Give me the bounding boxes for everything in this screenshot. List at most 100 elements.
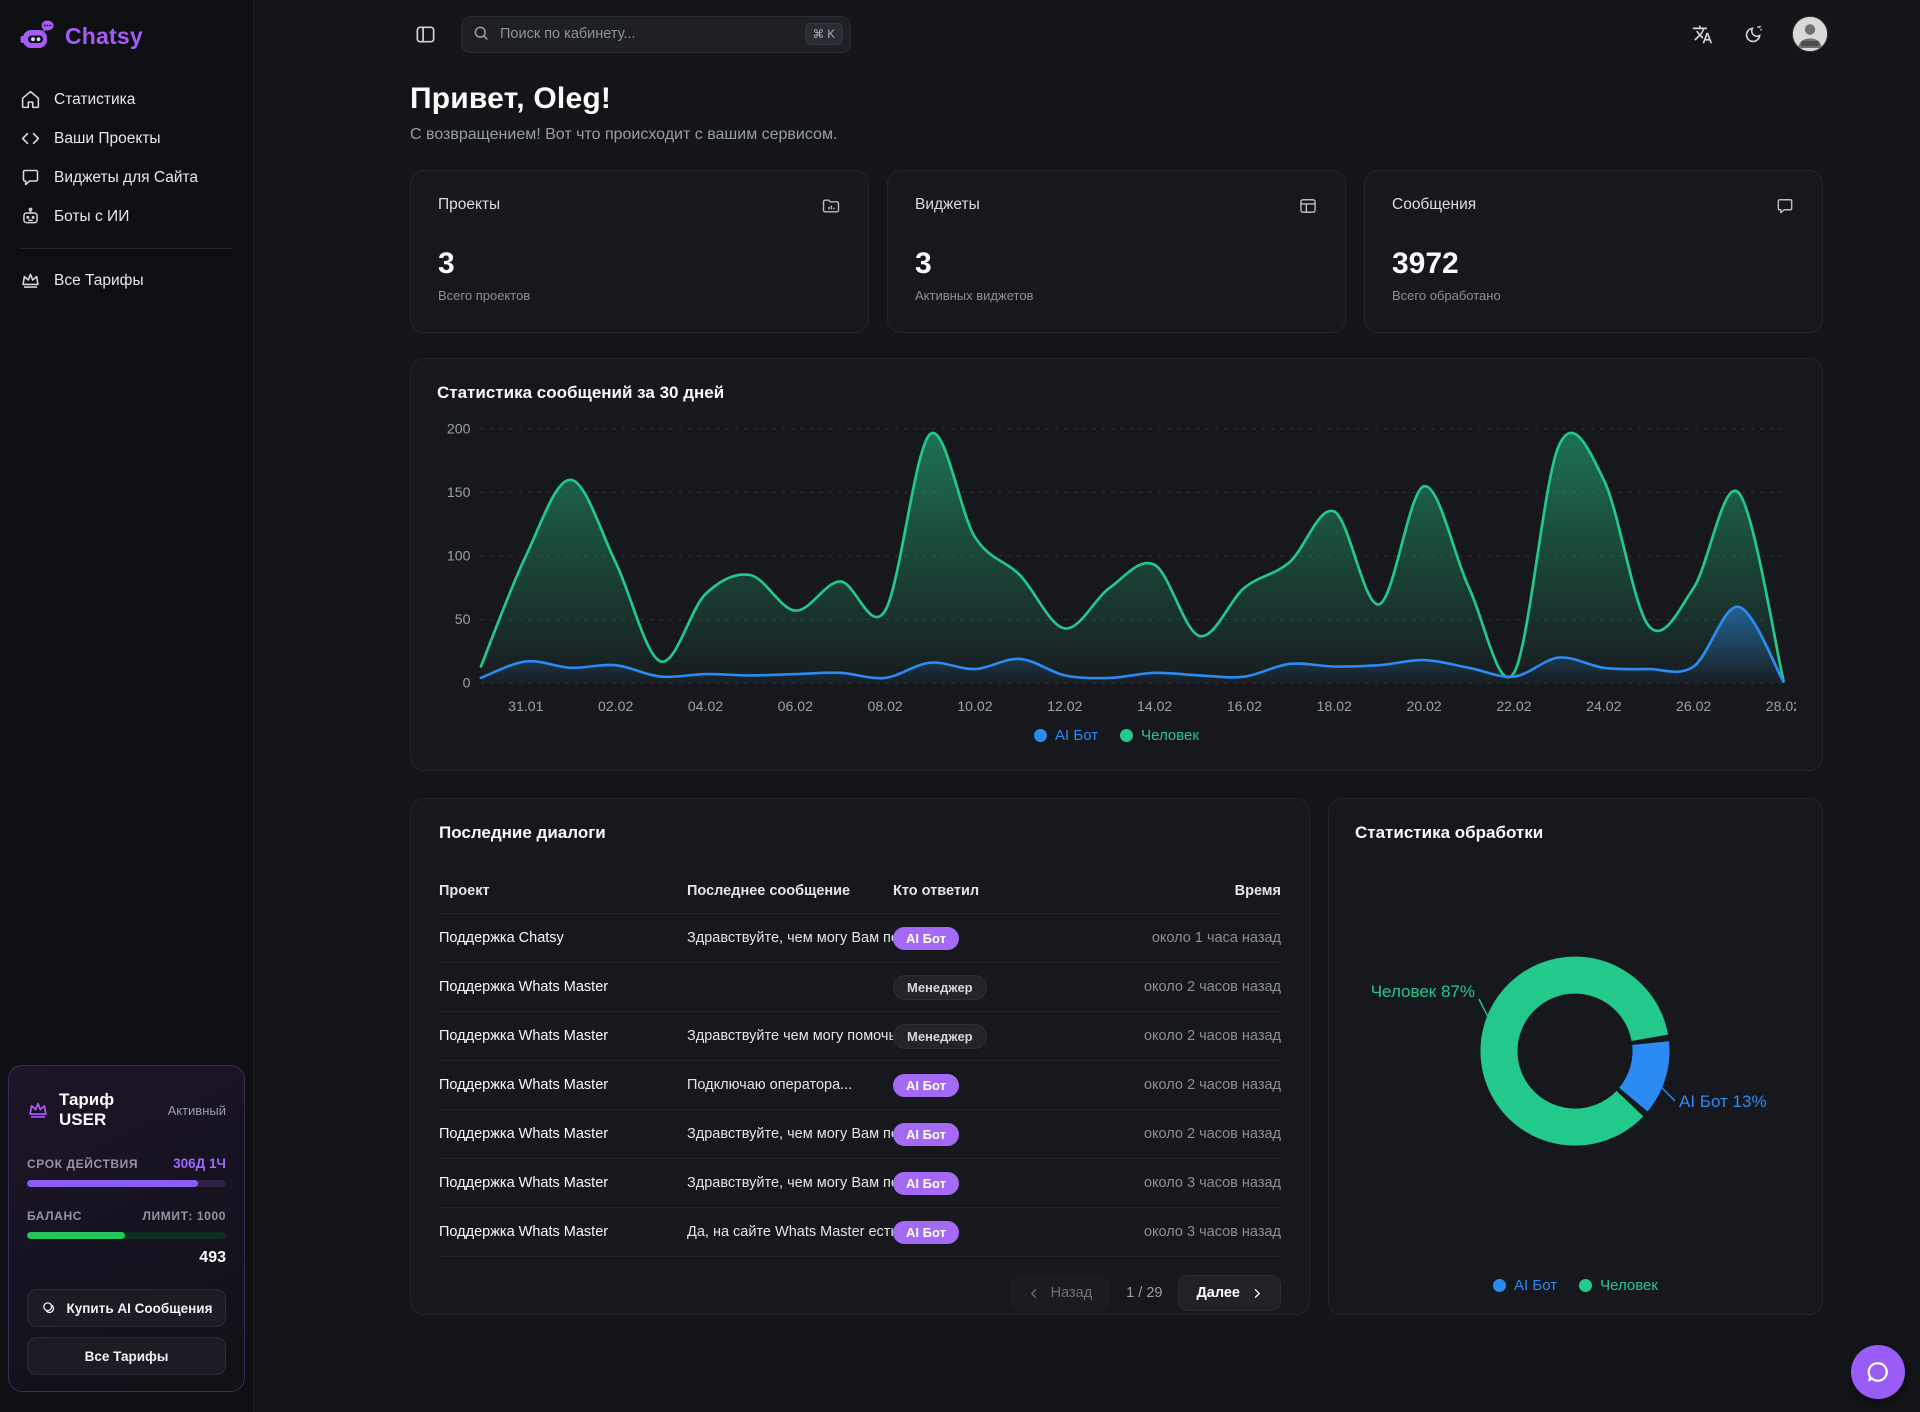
all-tariffs-button[interactable]: Все Тарифы <box>27 1337 226 1375</box>
responder-badge: Менеджер <box>893 975 987 1000</box>
dialog-time: около 2 часов назад <box>1065 1028 1281 1044</box>
sidebar-item-label: Все Тарифы <box>54 272 144 290</box>
svg-text:14.02: 14.02 <box>1137 699 1172 714</box>
balance-progress-fill <box>27 1232 125 1239</box>
svg-text:28.02: 28.02 <box>1766 699 1796 714</box>
sidebar-item-label: Статистика <box>54 91 135 109</box>
search-input[interactable] <box>461 16 851 53</box>
chevron-left-icon <box>1028 1287 1041 1300</box>
svg-text:200: 200 <box>447 422 471 437</box>
dialog-project: Поддержка Whats Master <box>439 1126 687 1142</box>
theme-toggle-button[interactable] <box>1741 22 1766 47</box>
messages-chart-card: Статистика сообщений за 30 дней 05010015… <box>410 358 1823 771</box>
dialog-time: около 2 часов назад <box>1065 1126 1281 1142</box>
sidebar-item-projects[interactable]: Ваши Проекты <box>12 119 241 158</box>
crown-icon <box>20 270 41 291</box>
pagination-next-button[interactable]: Далее <box>1178 1275 1281 1311</box>
pagination-page-indicator: 1 / 29 <box>1126 1285 1162 1301</box>
stat-card-caption: Всего проектов <box>438 288 841 303</box>
sidebar-nav: Статистика Ваши Проекты Виджеты для Сайт… <box>0 80 253 300</box>
table-row[interactable]: Поддержка Whats MasterЗдравствуйте, чем … <box>439 1109 1281 1158</box>
legend-item-human[interactable]: Человек <box>1579 1277 1658 1294</box>
svg-text:02.02: 02.02 <box>598 699 633 714</box>
dialog-responder: AI Бот <box>893 1074 1065 1097</box>
processing-donut-chart: Человек 87%AI Бот 13% <box>1355 847 1796 1235</box>
content: Привет, Oleg! С возвращением! Вот что пр… <box>254 68 1920 1351</box>
dialogs-table-body: Поддержка ChatsyЗдравствуйте, чем могу В… <box>439 913 1281 1256</box>
language-button[interactable] <box>1690 22 1715 47</box>
dialog-responder: AI Бот <box>893 1172 1065 1195</box>
legend-item-ai-bot[interactable]: AI Бот <box>1034 727 1098 744</box>
dialog-project: Поддержка Whats Master <box>439 1077 687 1093</box>
logo-text: Chatsy <box>65 23 143 50</box>
duration-progressbar <box>27 1180 226 1187</box>
legend-label: Человек <box>1141 727 1199 744</box>
duration-progress-fill <box>27 1180 198 1187</box>
dialog-time: около 3 часов назад <box>1065 1175 1281 1191</box>
sidebar-item-tariffs[interactable]: Все Тарифы <box>12 261 241 300</box>
table-row[interactable]: Поддержка Whats MasterДа, на сайте Whats… <box>439 1207 1281 1256</box>
dialog-project: Поддержка Whats Master <box>439 1028 687 1044</box>
dialog-message: Подключаю оператора... <box>687 1077 893 1093</box>
main-area: ⌘ K Привет, Oleg! С возвращением! Вот чт… <box>254 0 1920 1412</box>
legend-label: AI Бот <box>1514 1277 1557 1294</box>
svg-text:31.01: 31.01 <box>508 699 543 714</box>
column-header-project: Проект <box>439 883 687 899</box>
dialog-responder: AI Бот <box>893 1123 1065 1146</box>
column-header-time: Время <box>1065 883 1281 899</box>
buy-ai-messages-button[interactable]: Купить AI Сообщения <box>27 1289 226 1327</box>
chat-icon <box>20 167 41 188</box>
stat-card-messages[interactable]: Сообщения 3972 Всего обработано <box>1364 170 1823 333</box>
sidebar-toggle-button[interactable] <box>410 19 441 50</box>
pagination-back-button[interactable]: Назад <box>1010 1275 1111 1311</box>
robot-icon <box>20 206 41 227</box>
balance-value: 493 <box>27 1249 226 1267</box>
dialog-message: Здравствуйте чем могу помочь <box>687 1028 893 1044</box>
table-row[interactable]: Поддержка Whats MasterМенеджероколо 2 ча… <box>439 962 1281 1011</box>
table-header: Проект Последнее сообщение Кто ответил В… <box>439 873 1281 913</box>
svg-text:AI Бот 13%: AI Бот 13% <box>1679 1092 1767 1111</box>
stat-card-projects[interactable]: Проекты 3 Всего проектов <box>410 170 869 333</box>
stat-card-title: Сообщения <box>1392 196 1476 214</box>
support-chat-button[interactable] <box>1851 1345 1905 1399</box>
table-row[interactable]: Поддержка Whats MasterЗдравствуйте, чем … <box>439 1158 1281 1207</box>
svg-text:26.02: 26.02 <box>1676 699 1711 714</box>
dialog-responder: AI Бот <box>893 927 1065 950</box>
donut-legend: AI Бот Человек <box>1355 1277 1796 1294</box>
sidebar-item-label: Виджеты для Сайта <box>54 169 198 187</box>
responder-badge: AI Бот <box>893 927 959 950</box>
responder-badge: AI Бот <box>893 1221 959 1244</box>
dialog-message: Здравствуйте, чем могу Вам помо... <box>687 1126 893 1142</box>
dialog-time: около 3 часов назад <box>1065 1224 1281 1240</box>
legend-item-human[interactable]: Человек <box>1120 727 1199 744</box>
stat-card-value: 3 <box>915 247 1318 281</box>
legend-label: Человек <box>1600 1277 1658 1294</box>
avatar[interactable] <box>1792 16 1828 52</box>
table-row[interactable]: Поддержка Whats MasterПодключаю оператор… <box>439 1060 1281 1109</box>
sidebar-item-statistics[interactable]: Статистика <box>12 80 241 119</box>
svg-text:18.02: 18.02 <box>1317 699 1352 714</box>
logo[interactable]: Chatsy <box>0 16 253 56</box>
sidebar-item-bots[interactable]: Боты с ИИ <box>12 197 241 236</box>
pagination-back-label: Назад <box>1051 1285 1093 1301</box>
all-tariffs-label: Все Тарифы <box>85 1349 169 1364</box>
responder-badge: Менеджер <box>893 1024 987 1049</box>
search-box: ⌘ K <box>461 16 851 53</box>
messages-chart-title: Статистика сообщений за 30 дней <box>437 383 1796 403</box>
table-row[interactable]: Поддержка Whats MasterЗдравствуйте чем м… <box>439 1011 1281 1060</box>
table-row[interactable]: Поддержка ChatsyЗдравствуйте, чем могу В… <box>439 913 1281 962</box>
svg-text:16.02: 16.02 <box>1227 699 1262 714</box>
page-subtitle: С возвращением! Вот что происходит с ваш… <box>410 126 1823 144</box>
stat-card-widgets[interactable]: Виджеты 3 Активных виджетов <box>887 170 1346 333</box>
legend-item-ai-bot[interactable]: AI Бот <box>1493 1277 1557 1294</box>
processing-stats-card: Статистика обработки Человек 87%AI Бот 1… <box>1328 798 1823 1315</box>
responder-badge: AI Бот <box>893 1074 959 1097</box>
responder-badge: AI Бот <box>893 1123 959 1146</box>
sidebar-item-label: Ваши Проекты <box>54 130 161 148</box>
svg-text:20.02: 20.02 <box>1406 699 1441 714</box>
messages-line-chart: 05010015020031.0102.0204.0206.0208.0210.… <box>437 411 1796 723</box>
svg-text:10.02: 10.02 <box>957 699 992 714</box>
svg-text:50: 50 <box>455 612 471 627</box>
message-icon <box>1775 196 1795 216</box>
sidebar-item-widgets[interactable]: Виджеты для Сайта <box>12 158 241 197</box>
